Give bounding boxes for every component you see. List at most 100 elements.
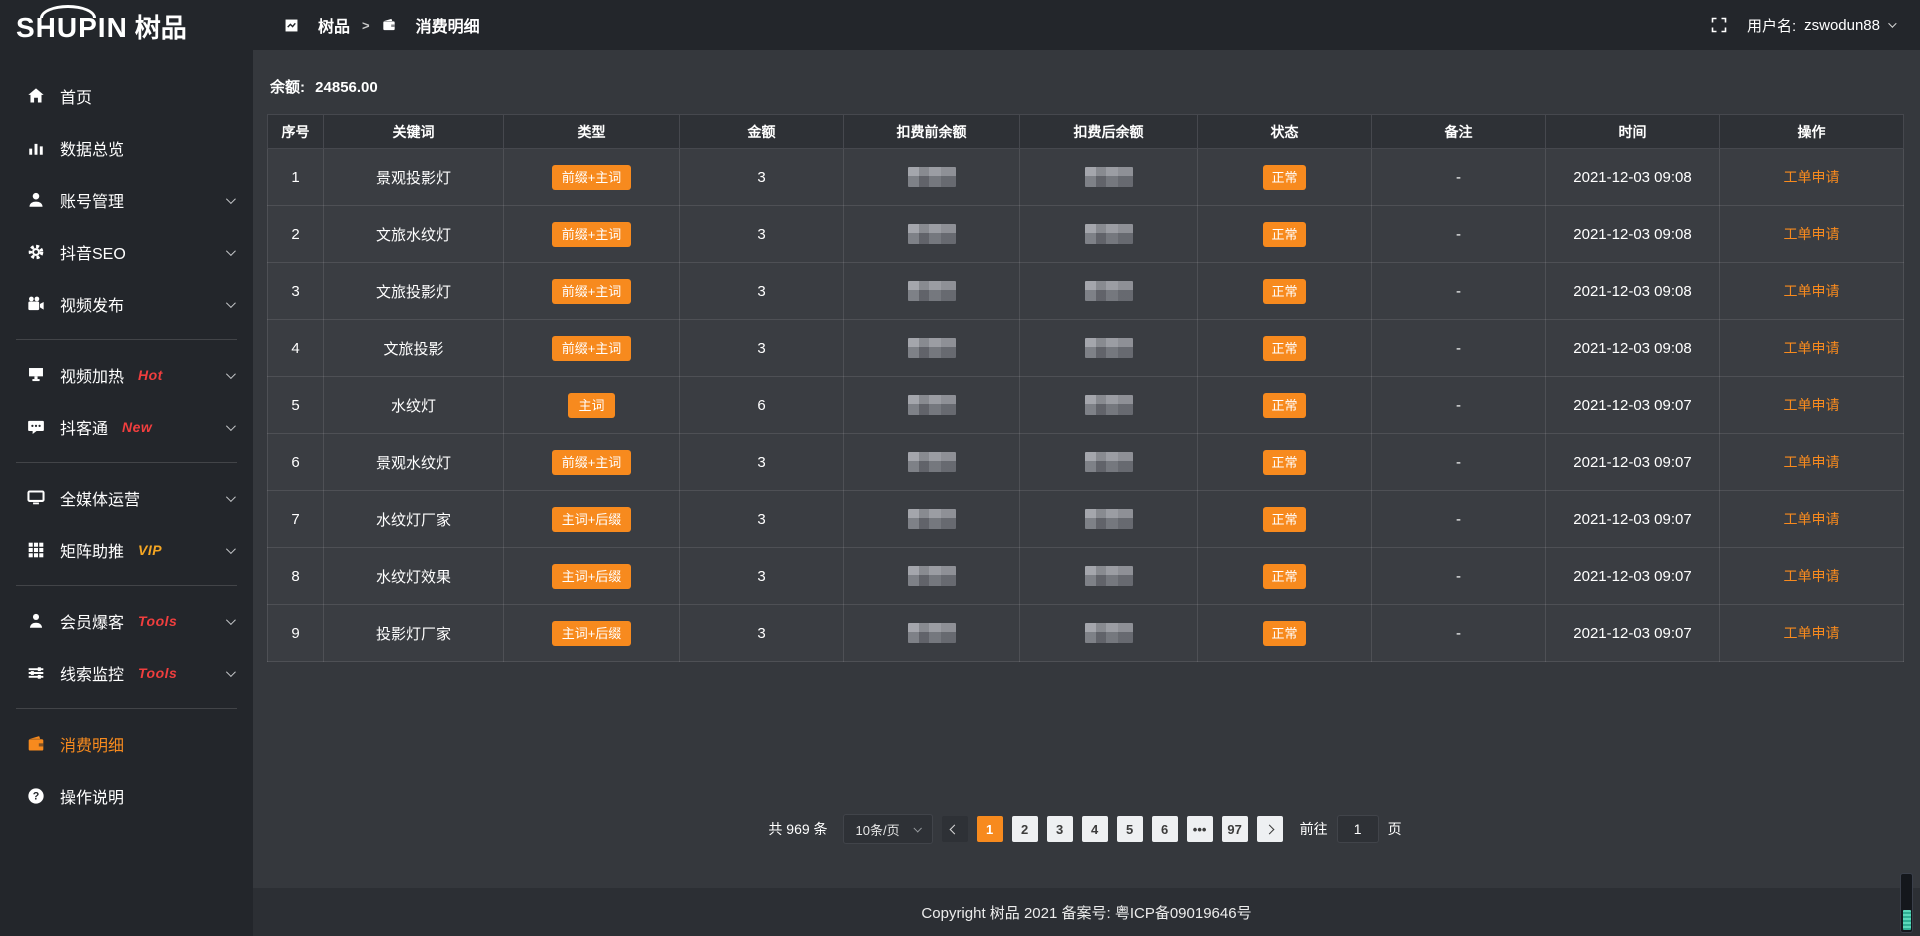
work-order-link[interactable]: 工单申请 (1784, 397, 1840, 413)
cell-no: 4 (268, 320, 324, 377)
cell-amount: 3 (680, 263, 844, 320)
cell-post-balance (1020, 206, 1198, 263)
table-row: 8水纹灯效果主词+后缀3正常-2021-12-03 09:07工单申请 (268, 548, 1904, 605)
balance-value: 24856.00 (315, 79, 378, 96)
user-dropdown[interactable]: 用户名: zswodun88 (1747, 15, 1894, 36)
consumption-table: 序号关键词类型金额扣费前余额扣费后余额状态备注时间操作 1景观投影灯前缀+主词3… (267, 114, 1904, 662)
type-badge: 前缀+主词 (552, 222, 632, 247)
column-header: 扣费前余额 (844, 115, 1020, 149)
table-row: 9投影灯厂家主词+后缀3正常-2021-12-03 09:07工单申请 (268, 605, 1904, 662)
goto-page-input[interactable] (1337, 815, 1379, 843)
sidebar-item-label: 会员爆客 (60, 609, 124, 633)
table-row: 6景观水纹灯前缀+主词3正常-2021-12-03 09:07工单申请 (268, 434, 1904, 491)
sidebar-item-media-ops[interactable]: 全媒体运营 (0, 472, 253, 524)
cell-status: 正常 (1198, 548, 1372, 605)
work-order-link[interactable]: 工单申请 (1784, 283, 1840, 299)
cell-status: 正常 (1198, 263, 1372, 320)
status-badge: 正常 (1263, 507, 1305, 532)
prev-page-button[interactable] (942, 816, 968, 842)
cell-type: 前缀+主词 (504, 320, 680, 377)
page-button-97[interactable]: 97 (1222, 816, 1248, 842)
cell-remark: - (1372, 320, 1546, 377)
goto-suffix: 页 (1388, 819, 1402, 839)
cell-post-balance (1020, 548, 1198, 605)
breadcrumb-item-home[interactable]: 树品 (285, 13, 350, 37)
work-order-link[interactable]: 工单申请 (1784, 340, 1840, 356)
page-button-4[interactable]: 4 (1082, 816, 1108, 842)
sidebar-item-douyin-seo[interactable]: 抖音SEO (0, 226, 253, 278)
work-order-link[interactable]: 工单申请 (1784, 169, 1840, 185)
page-button-6[interactable]: 6 (1152, 816, 1178, 842)
sidebar-item-label: 操作说明 (60, 784, 124, 808)
mini-scrollbar[interactable] (1900, 873, 1913, 933)
bar-chart-icon (26, 139, 45, 158)
fullscreen-button[interactable] (1711, 17, 1727, 33)
cell-time: 2021-12-03 09:08 (1546, 320, 1720, 377)
page-buttons: 123456 ••• 97 (977, 816, 1248, 842)
masked-balance (908, 167, 956, 187)
chat-bubble-icon (26, 418, 45, 437)
person-icon (26, 612, 45, 631)
cell-post-balance (1020, 320, 1198, 377)
sidebar-divider (16, 708, 237, 709)
chevron-down-icon (226, 366, 233, 384)
work-order-link[interactable]: 工单申请 (1784, 226, 1840, 242)
work-order-link[interactable]: 工单申请 (1784, 568, 1840, 584)
cell-remark: - (1372, 149, 1546, 206)
page-ellipsis-button[interactable]: ••• (1187, 816, 1213, 842)
work-order-link[interactable]: 工单申请 (1784, 511, 1840, 527)
sidebar-item-consume-detail[interactable]: 消费明细 (0, 718, 253, 770)
breadcrumb-label: 消费明细 (416, 13, 480, 37)
sidebar-item-video-publish[interactable]: 视频发布 (0, 278, 253, 330)
page-button-2[interactable]: 2 (1012, 816, 1038, 842)
cell-post-balance (1020, 263, 1198, 320)
cell-action: 工单申请 (1720, 491, 1904, 548)
cell-type: 前缀+主词 (504, 206, 680, 263)
wallet-icon (382, 18, 396, 32)
work-order-link[interactable]: 工单申请 (1784, 625, 1840, 641)
cell-post-balance (1020, 149, 1198, 206)
cell-amount: 3 (680, 320, 844, 377)
cell-keyword: 文旅投影灯 (324, 263, 504, 320)
cell-no: 9 (268, 605, 324, 662)
wallet-icon (26, 735, 45, 754)
sidebar-menu: 首页数据总览账号管理抖音SEO视频发布视频加热Hot抖客通New 全媒体运营矩阵助… (0, 56, 253, 936)
sidebar-item-label: 矩阵助推 (60, 538, 124, 562)
sidebar-item-tag: Tools (138, 613, 177, 629)
sidebar-item-member-baoke[interactable]: 会员爆客 Tools (0, 595, 253, 647)
page-button-5[interactable]: 5 (1117, 816, 1143, 842)
page-button-3[interactable]: 3 (1047, 816, 1073, 842)
masked-balance (908, 395, 956, 415)
table-row: 4文旅投影前缀+主词3正常-2021-12-03 09:08工单申请 (268, 320, 1904, 377)
page-size-select[interactable]: 10条/页 (843, 814, 933, 844)
cell-time: 2021-12-03 09:08 (1546, 149, 1720, 206)
chevron-down-icon (226, 191, 233, 209)
chevron-down-icon (226, 541, 233, 559)
cell-type: 主词+后缀 (504, 491, 680, 548)
page-button-1[interactable]: 1 (977, 816, 1003, 842)
cell-pre-balance (844, 434, 1020, 491)
sidebar-item-help[interactable]: ?操作说明 (0, 770, 253, 822)
sidebar-item-label: 视频加热 (60, 363, 124, 387)
sidebar-item-account-manage[interactable]: 账号管理 (0, 174, 253, 226)
cell-pre-balance (844, 491, 1020, 548)
status-badge: 正常 (1263, 393, 1305, 418)
masked-balance (1085, 509, 1133, 529)
sidebar-item-label: 全媒体运营 (60, 486, 140, 510)
sidebar-item-douketong[interactable]: 抖客通New (0, 401, 253, 453)
cell-remark: - (1372, 491, 1546, 548)
breadcrumb-label: 树品 (318, 13, 350, 37)
sidebar-item-video-heat[interactable]: 视频加热Hot (0, 349, 253, 401)
work-order-link[interactable]: 工单申请 (1784, 454, 1840, 470)
column-header: 状态 (1198, 115, 1372, 149)
sidebar-item-clue-monitor[interactable]: 线索监控Tools (0, 647, 253, 699)
sidebar-item-data-overview[interactable]: 数据总览 (0, 122, 253, 174)
next-page-button[interactable] (1257, 816, 1283, 842)
cell-no: 7 (268, 491, 324, 548)
cell-remark: - (1372, 377, 1546, 434)
video-camera-icon (26, 295, 45, 314)
logo[interactable]: SHUPIN 树品 (0, 0, 253, 56)
sidebar-item-home[interactable]: 首页 (0, 70, 253, 122)
sidebar-item-matrix-boost[interactable]: 矩阵助推VIP (0, 524, 253, 576)
sliders-icon (26, 664, 45, 683)
